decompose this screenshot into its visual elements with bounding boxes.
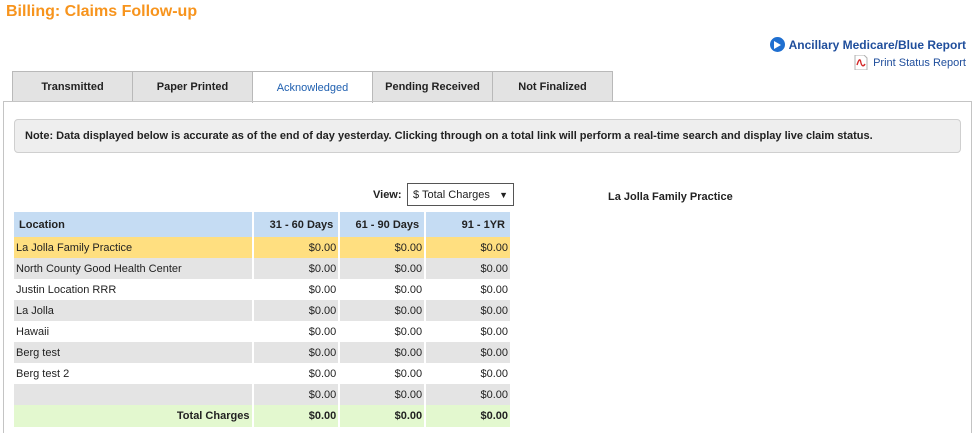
report-links: Ancillary Medicare/Blue Report Print Sta… — [769, 37, 966, 71]
total-91-1yr-link[interactable]: $0.00 — [425, 405, 512, 427]
status-tabs: Transmitted Paper Printed Acknowledged P… — [12, 71, 613, 103]
table-row[interactable]: $0.00 $0.00 $0.00 — [14, 384, 512, 405]
chevron-down-icon: ▼ — [499, 189, 508, 200]
amount-91-1yr-cell[interactable]: $0.00 — [425, 384, 512, 405]
column-header-61-90[interactable]: 61 - 90 Days — [339, 212, 427, 237]
ancillary-report-label: Ancillary Medicare/Blue Report — [788, 37, 966, 52]
table-row[interactable]: Justin Location RRR $0.00 $0.00 $0.00 — [14, 279, 512, 300]
play-circle-icon — [769, 37, 785, 52]
amount-61-90-cell[interactable]: $0.00 — [339, 258, 427, 279]
amount-91-1yr-cell[interactable]: $0.00 — [425, 300, 512, 321]
total-31-60-link[interactable]: $0.00 — [253, 405, 341, 427]
amount-91-1yr-cell[interactable]: $0.00 — [425, 279, 512, 300]
amount-61-90-cell[interactable]: $0.00 — [339, 300, 427, 321]
table-row[interactable]: Berg test $0.00 $0.00 $0.00 — [14, 342, 512, 363]
total-61-90-link[interactable]: $0.00 — [339, 405, 427, 427]
table-row[interactable]: Hawaii $0.00 $0.00 $0.00 — [14, 321, 512, 342]
amount-91-1yr-cell[interactable]: $0.00 — [425, 342, 512, 363]
data-note: Note: Data displayed below is accurate a… — [14, 119, 961, 153]
view-label: View: — [373, 189, 402, 201]
column-header-91-1yr[interactable]: 91 - 1YR — [425, 212, 512, 237]
table-row[interactable]: La Jolla Family Practice $0.00 $0.00 $0.… — [14, 237, 512, 258]
tab-pending-received[interactable]: Pending Received — [372, 71, 493, 102]
total-label: Total Charges — [14, 405, 255, 427]
amount-61-90-cell[interactable]: $0.00 — [339, 342, 427, 363]
amount-31-60-cell[interactable]: $0.00 — [253, 300, 341, 321]
amount-61-90-cell[interactable]: $0.00 — [339, 279, 427, 300]
table-row[interactable]: La Jolla $0.00 $0.00 $0.00 — [14, 300, 512, 321]
tab-paper-printed[interactable]: Paper Printed — [132, 71, 253, 102]
location-cell[interactable]: Hawaii — [14, 321, 255, 342]
location-cell[interactable]: Berg test — [14, 342, 255, 363]
selected-location-title: La Jolla Family Practice — [608, 191, 733, 203]
location-cell[interactable]: Berg test 2 — [14, 363, 255, 384]
claims-table: Location 31 - 60 Days 61 - 90 Days 91 - … — [14, 212, 512, 427]
amount-91-1yr-cell[interactable]: $0.00 — [425, 237, 512, 258]
ancillary-report-link[interactable]: Ancillary Medicare/Blue Report — [769, 37, 966, 52]
amount-31-60-cell[interactable]: $0.00 — [253, 363, 341, 384]
location-cell[interactable] — [14, 384, 255, 405]
amount-31-60-cell[interactable]: $0.00 — [253, 321, 341, 342]
view-select[interactable]: $ Total Charges ▼ — [407, 183, 514, 206]
column-header-location[interactable]: Location — [14, 212, 255, 237]
view-select-value: $ Total Charges — [413, 188, 490, 201]
amount-31-60-cell[interactable]: $0.00 — [253, 384, 341, 405]
tab-acknowledged[interactable]: Acknowledged — [252, 71, 373, 103]
print-status-report-link[interactable]: Print Status Report — [770, 54, 966, 71]
table-header-row: Location 31 - 60 Days 61 - 90 Days 91 - … — [14, 212, 512, 237]
tab-not-finalized[interactable]: Not Finalized — [492, 71, 613, 102]
amount-91-1yr-cell[interactable]: $0.00 — [425, 363, 512, 384]
table-row[interactable]: North County Good Health Center $0.00 $0… — [14, 258, 512, 279]
location-cell[interactable]: North County Good Health Center — [14, 258, 255, 279]
amount-61-90-cell[interactable]: $0.00 — [339, 384, 427, 405]
amount-31-60-cell[interactable]: $0.00 — [253, 279, 341, 300]
location-cell[interactable]: La Jolla — [14, 300, 255, 321]
page-title: Billing: Claims Follow-up — [6, 3, 198, 20]
amount-31-60-cell[interactable]: $0.00 — [253, 342, 341, 363]
amount-61-90-cell[interactable]: $0.00 — [339, 237, 427, 258]
amount-61-90-cell[interactable]: $0.00 — [339, 321, 427, 342]
column-header-31-60[interactable]: 31 - 60 Days — [253, 212, 341, 237]
print-status-report-label: Print Status Report — [873, 56, 966, 69]
amount-91-1yr-cell[interactable]: $0.00 — [425, 258, 512, 279]
total-row[interactable]: Total Charges $0.00 $0.00 $0.00 — [14, 405, 512, 427]
pdf-icon — [854, 54, 868, 71]
amount-31-60-cell[interactable]: $0.00 — [253, 237, 341, 258]
amount-61-90-cell[interactable]: $0.00 — [339, 363, 427, 384]
location-cell[interactable]: Justin Location RRR — [14, 279, 255, 300]
amount-31-60-cell[interactable]: $0.00 — [253, 258, 341, 279]
amount-91-1yr-cell[interactable]: $0.00 — [425, 321, 512, 342]
location-cell[interactable]: La Jolla Family Practice — [14, 237, 255, 258]
tab-transmitted[interactable]: Transmitted — [12, 71, 133, 102]
table-row[interactable]: Berg test 2 $0.00 $0.00 $0.00 — [14, 363, 512, 384]
